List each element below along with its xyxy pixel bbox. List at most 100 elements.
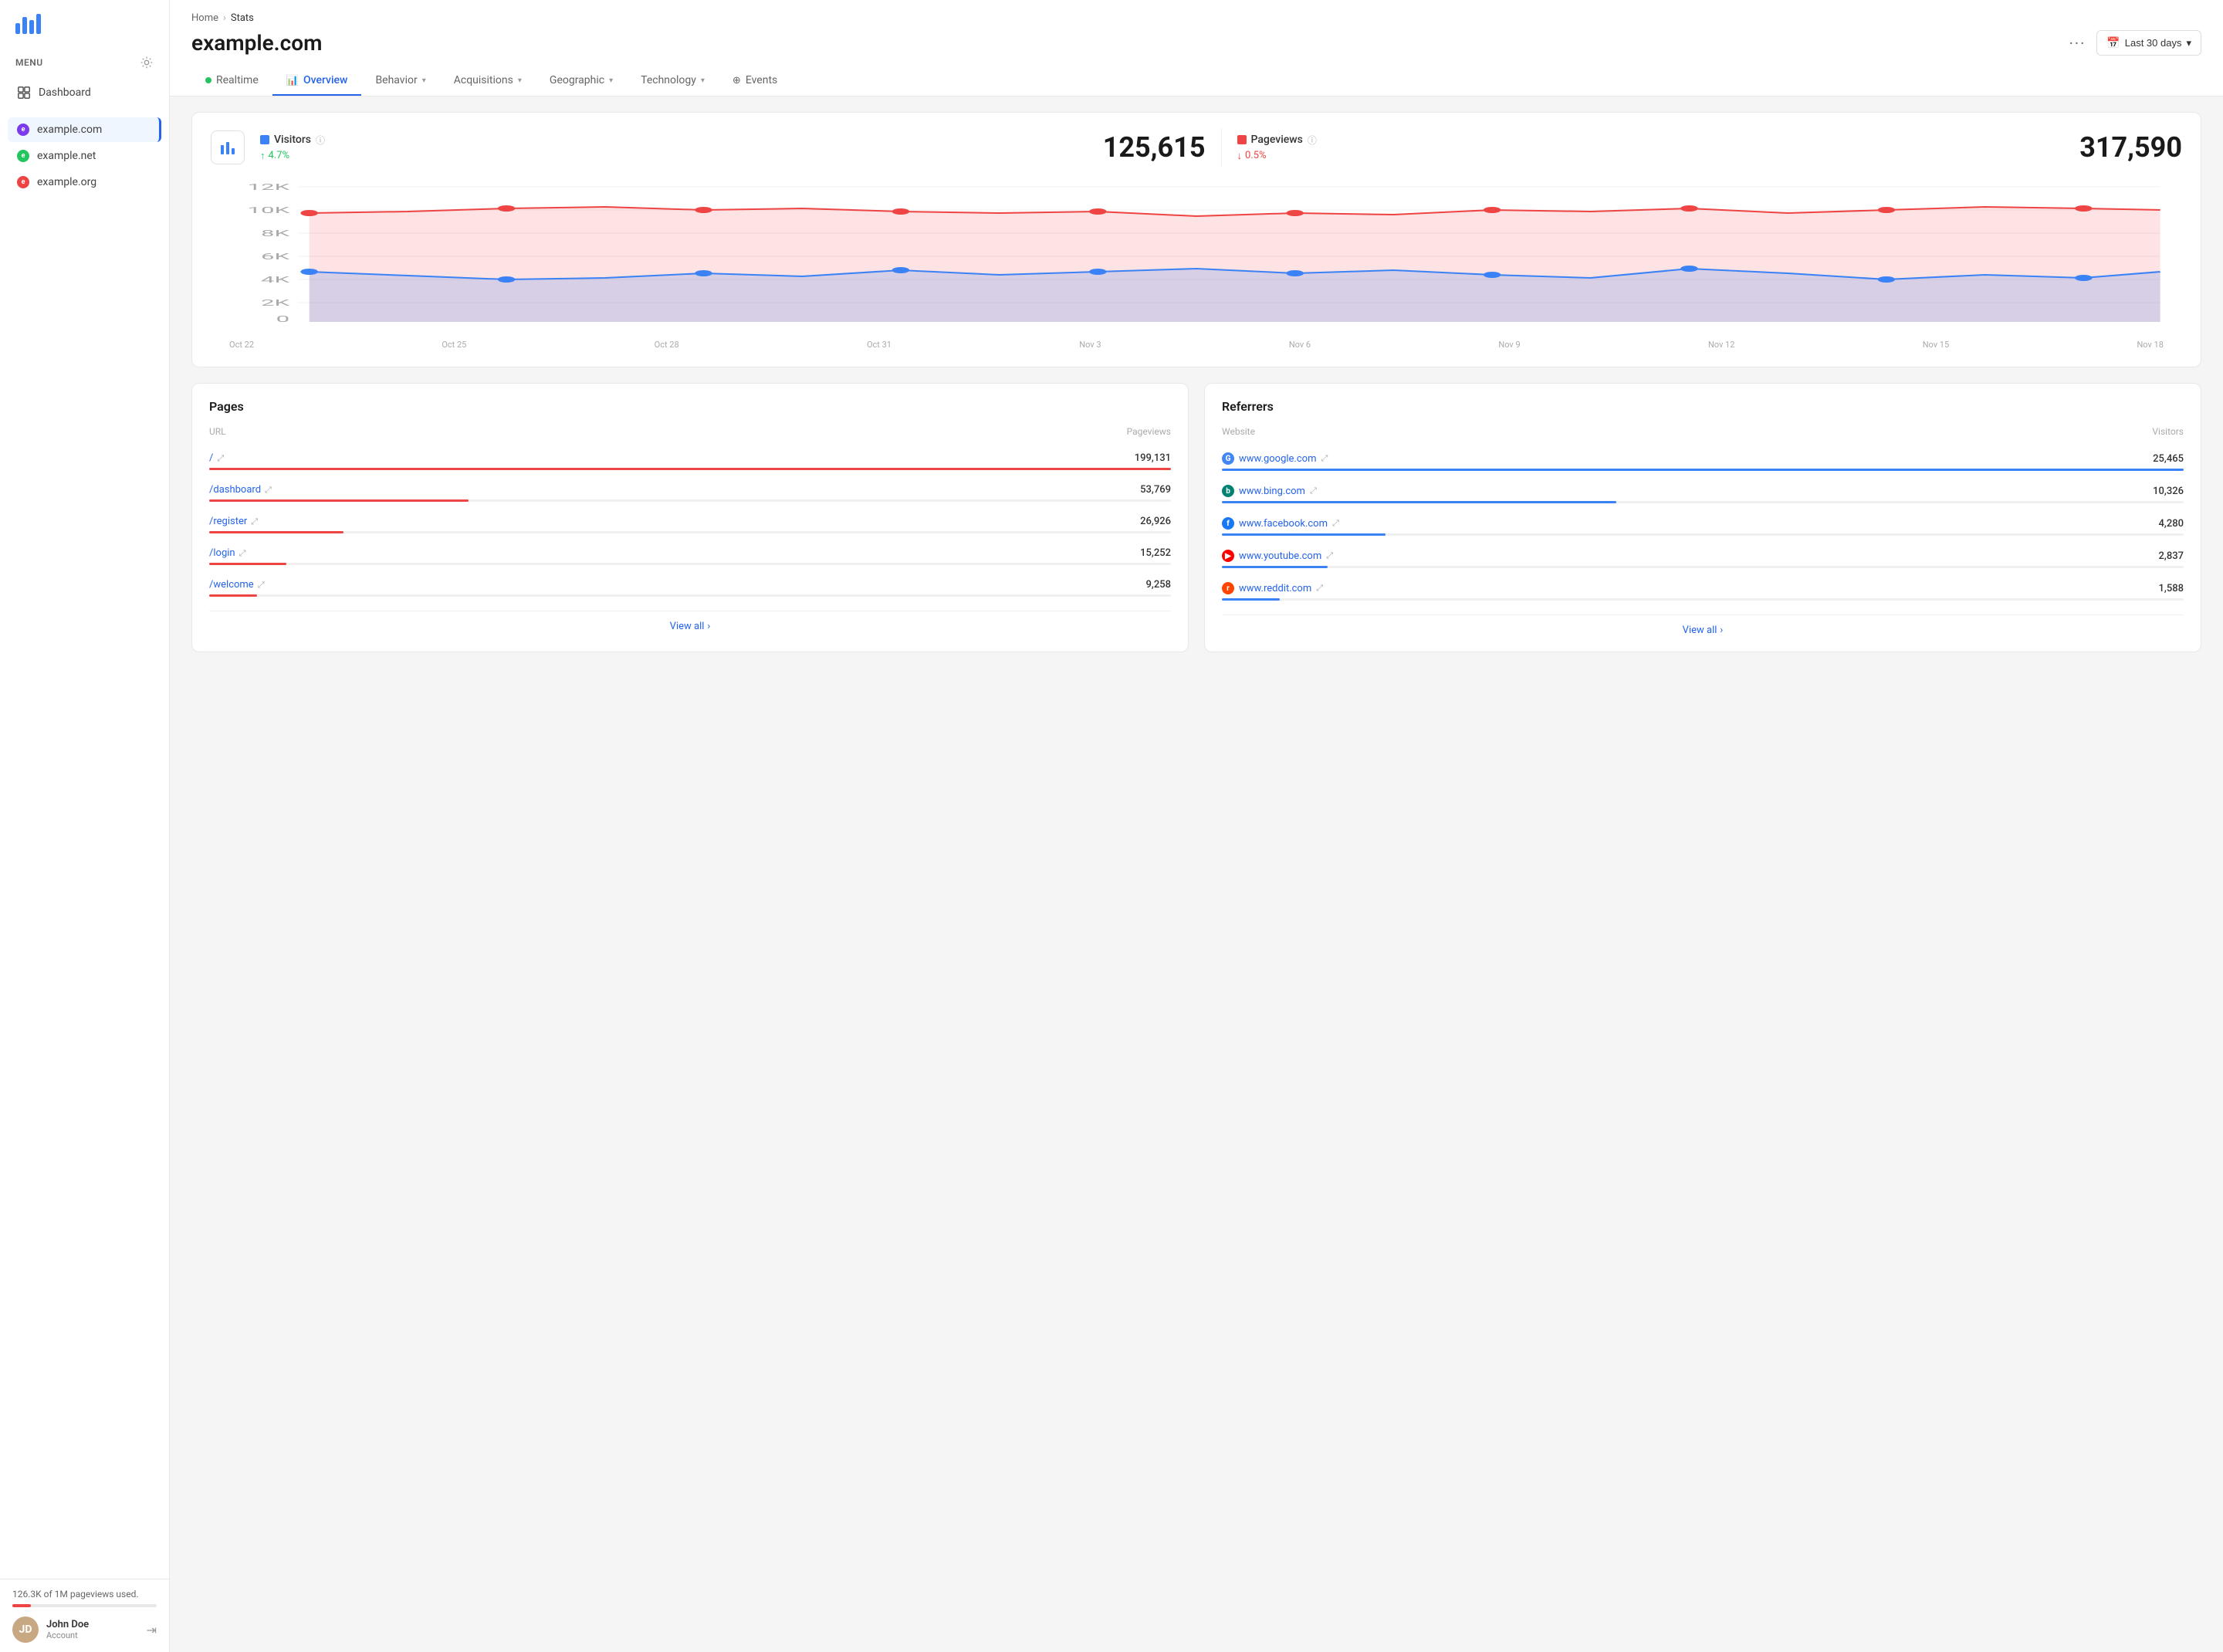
referrers-view-all[interactable]: View all › [1222,614,2184,636]
tab-events[interactable]: ⊕ Events [719,66,791,96]
nav-item-dashboard[interactable]: Dashboard [8,79,161,107]
referrer-name-3[interactable]: ▶ www.youtube.com ⤢ [1222,550,1333,562]
tab-acquisitions[interactable]: Acquisitions ▾ [440,66,536,96]
stats-metrics: Visitors ⓘ ↑ 4.7% 125,615 Pageview [260,128,2182,167]
bottom-panels: Pages URL Pageviews / ⤢ 199,131 [191,383,2201,652]
logo-bar-2 [22,17,27,34]
google-icon: G [1222,452,1234,465]
header: Home › Stats example.com ··· 📅 Last 30 d… [170,0,2223,96]
page-url-3[interactable]: /login ⤢ [209,547,245,559]
referrer-name-4[interactable]: r www.reddit.com ⤢ [1222,582,1323,594]
ref-bar-bg-0 [1222,469,2184,471]
more-options-button[interactable]: ··· [2069,34,2086,52]
visitors-info-icon[interactable]: ⓘ [316,134,325,147]
geographic-chevron: ▾ [609,76,613,85]
external-link-icon-3: ⤢ [239,548,246,559]
visitors-dot-1 [498,276,516,283]
page-value-4: 9,258 [1146,579,1171,591]
visitors-dot-8 [1878,276,1896,283]
ref-bar-fill-0 [1222,469,2184,471]
page-url-text-2: /register [209,516,247,527]
tab-overview[interactable]: 📊 Overview [272,66,362,96]
tab-events-label: Events [746,74,777,86]
referrer-row-2: f www.facebook.com ⤢ 4,280 [1222,517,2184,536]
site-item-example-net[interactable]: e example.net [8,144,161,168]
logo-bar-4 [36,14,41,34]
referrers-title: Referrers [1222,399,2184,414]
page-url-4[interactable]: /welcome ⤢ [209,579,265,591]
realtime-dot [205,77,211,83]
pageviews-change-value: 0.5% [1245,150,1267,161]
page-url-2[interactable]: /register ⤢ [209,516,258,527]
ref-ext-icon-0: ⤢ [1321,453,1328,464]
referrer-row-0: G www.google.com ⤢ 25,465 [1222,452,2184,471]
referrers-view-all-label: View all [1683,625,1717,636]
pageviews-change-arrow: ↓ [1237,150,1243,162]
ref-bar-bg-4 [1222,598,2184,601]
ref-bar-bg-2 [1222,533,2184,536]
breadcrumb-home[interactable]: Home [191,12,218,24]
referrer-value-0: 25,465 [2153,453,2184,465]
content-area: Visitors ⓘ ↑ 4.7% 125,615 Pageview [170,96,2223,1652]
ref-bar-fill-1 [1222,501,1616,503]
site-dot-example-net: e [17,150,29,162]
pages-row-2: /register ⤢ 26,926 [209,516,1171,533]
pages-row-0: / ⤢ 199,131 [209,452,1171,470]
pageviews-info-icon[interactable]: ⓘ [1308,134,1317,147]
tab-realtime[interactable]: Realtime [191,66,272,96]
pages-view-all-arrow: › [707,621,710,632]
visitors-dot-4 [1089,269,1107,275]
visitors-label: Visitors [274,134,311,146]
pages-panel: Pages URL Pageviews / ⤢ 199,131 [191,383,1189,652]
site-dot-example-com: e [17,124,29,136]
referrer-name-text-4: www.reddit.com [1239,583,1311,594]
visitors-value: 125,615 [785,131,1205,164]
page-bar-bg-0 [209,468,1171,470]
tab-geographic-label: Geographic [550,74,604,86]
user-name: John Doe [46,1619,89,1630]
pageviews-dot-2 [695,207,712,213]
referrer-name-1[interactable]: b www.bing.com ⤢ [1222,485,1317,497]
svg-text:8K: 8K [261,229,290,239]
main-nav: Dashboard [0,74,169,113]
tab-geographic[interactable]: Geographic ▾ [536,66,627,96]
youtube-icon: ▶ [1222,550,1234,562]
referrer-name-text-3: www.youtube.com [1239,550,1321,562]
page-url-0[interactable]: / ⤢ [209,452,224,464]
pages-view-all[interactable]: View all › [209,611,1171,632]
x-label-9: Nov 18 [2137,340,2163,350]
stats-card: Visitors ⓘ ↑ 4.7% 125,615 Pageview [191,112,2201,367]
ref-bar-bg-1 [1222,501,2184,503]
page-bar-fill-3 [209,563,286,565]
user-details: John Doe Account [46,1619,89,1640]
x-label-4: Nov 3 [1079,340,1101,350]
site-item-example-org[interactable]: e example.org [8,170,161,195]
referrers-view-all-arrow: › [1720,625,1723,636]
pageviews-dot-0 [300,210,318,216]
site-item-example-com[interactable]: e example.com [8,117,161,142]
x-label-2: Oct 28 [655,340,679,350]
sidebar-footer: 126.3K of 1M pageviews used. JD John Doe… [0,1579,169,1652]
visitors-dot-6 [1484,272,1501,278]
referrer-name-text-1: www.bing.com [1239,486,1305,497]
referrer-name-2[interactable]: f www.facebook.com ⤢ [1222,517,1339,530]
page-url-text-3: /login [209,547,235,559]
pageviews-dot-8 [1878,207,1896,213]
x-label-1: Oct 25 [442,340,466,350]
visitors-change-arrow: ↑ [260,150,266,162]
tabs: Realtime 📊 Overview Behavior ▾ Acquisiti… [191,66,2201,96]
pageviews-label-row: Pageviews ⓘ [1237,134,1762,147]
date-range-button[interactable]: 📅 Last 30 days ▾ [2096,30,2201,56]
referrer-name-0[interactable]: G www.google.com ⤢ [1222,452,1328,465]
tab-behavior[interactable]: Behavior ▾ [361,66,439,96]
settings-icon[interactable] [140,56,154,69]
reddit-icon: r [1222,582,1234,594]
site-dot-example-org: e [17,176,29,188]
page-url-1[interactable]: /dashboard ⤢ [209,484,272,496]
logo-bar-1 [15,23,20,34]
referrer-row-1: b www.bing.com ⤢ 10,326 [1222,485,2184,503]
chart-icon-box [211,130,245,164]
page-bar-bg-4 [209,594,1171,597]
tab-technology[interactable]: Technology ▾ [627,66,719,96]
logout-icon[interactable]: ⇥ [147,1623,157,1637]
